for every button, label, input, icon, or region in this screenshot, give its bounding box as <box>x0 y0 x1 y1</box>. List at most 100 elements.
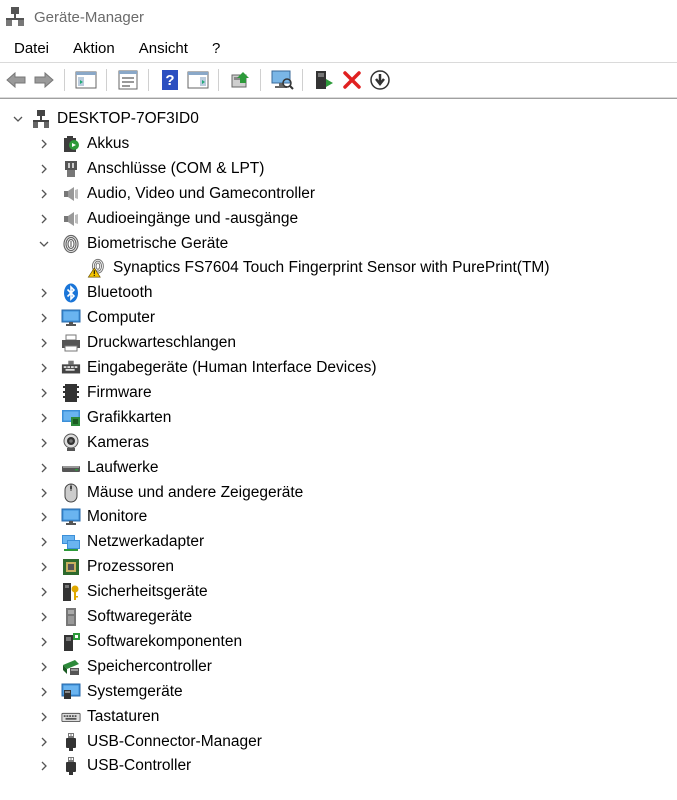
mouse-icon <box>61 483 81 503</box>
expand-chevron-icon[interactable] <box>37 336 51 350</box>
tree-item-firmware[interactable]: Firmware <box>37 381 152 405</box>
properties-icon[interactable] <box>116 68 140 92</box>
display-adapter-icon <box>61 408 81 428</box>
tree-item-kameras[interactable]: Kameras <box>37 431 149 455</box>
toolbar-separator <box>64 69 65 91</box>
tree-item-systemgeraete[interactable]: Systemgeräte <box>37 680 183 704</box>
expand-chevron-icon[interactable] <box>37 212 51 226</box>
tree-item-label: Akkus <box>87 134 130 152</box>
collapse-chevron-icon[interactable] <box>11 112 25 126</box>
tree-item-sicherheitsgeraete[interactable]: Sicherheitsgeräte <box>37 580 208 604</box>
tree-item-label: Audioeingänge und -ausgänge <box>87 209 299 227</box>
processor-icon <box>61 557 81 577</box>
tree-item-label: Monitore <box>87 508 148 526</box>
expand-chevron-icon[interactable] <box>37 660 51 674</box>
monitor-icon <box>61 507 81 527</box>
expand-chevron-icon[interactable] <box>37 735 51 749</box>
expand-chevron-icon[interactable] <box>37 535 51 549</box>
tree-item-softwaregeraete[interactable]: Softwaregeräte <box>37 605 192 629</box>
tree-item-label: Computer <box>87 309 156 327</box>
collapse-chevron-icon[interactable] <box>37 237 51 251</box>
toolbar-separator <box>260 69 261 91</box>
expander-placeholder <box>71 261 85 275</box>
tree-item-biometrische-geraete[interactable]: Biometrische Geräte <box>37 232 228 256</box>
expand-chevron-icon[interactable] <box>37 560 51 574</box>
tree-item-laufwerke[interactable]: Laufwerke <box>37 456 159 480</box>
speaker-icon <box>61 184 81 204</box>
back-icon[interactable] <box>4 68 28 92</box>
tree-item-label: Anschlüsse (COM & LPT) <box>87 159 265 177</box>
svg-text:?: ? <box>165 72 174 89</box>
menu-datei[interactable]: Datei <box>0 40 61 57</box>
download-driver-icon[interactable] <box>368 68 392 92</box>
software-component-icon <box>61 632 81 652</box>
toolbar-separator <box>302 69 303 91</box>
help-icon[interactable]: ? <box>158 68 182 92</box>
tree-item-computer[interactable]: Computer <box>37 306 155 330</box>
action-pane-icon[interactable] <box>186 68 210 92</box>
tree-item-grafikkarten[interactable]: Grafikkarten <box>37 406 171 430</box>
expand-chevron-icon[interactable] <box>37 710 51 724</box>
tree-root-computer[interactable]: DESKTOP-7OF3ID0 <box>11 107 199 131</box>
expand-chevron-icon[interactable] <box>37 486 51 500</box>
tree-item-label: USB-Controller <box>87 757 192 775</box>
tree-item-anschluesse-com-lpt[interactable]: Anschlüsse (COM & LPT) <box>37 157 264 181</box>
tree-item-prozessoren[interactable]: Prozessoren <box>37 555 174 579</box>
expand-chevron-icon[interactable] <box>37 510 51 524</box>
tree-device-synaptics-fs7604-touch-fingerprint-senso[interactable]: Synaptics FS7604 Touch Fingerprint Senso… <box>71 256 549 280</box>
expand-chevron-icon[interactable] <box>37 411 51 425</box>
speaker-icon <box>61 209 81 229</box>
tree-item-eingabegeraete-human-interface-devices[interactable]: Eingabegeräte (Human Interface Devices) <box>37 356 376 380</box>
hid-icon <box>61 358 81 378</box>
tree-item-label: Speichercontroller <box>87 657 212 675</box>
expand-chevron-icon[interactable] <box>37 759 51 773</box>
window-title: Geräte-Manager <box>34 8 145 26</box>
menu-help[interactable]: ? <box>200 40 232 57</box>
tree-item-label: Softwarekomponenten <box>87 632 243 650</box>
tree-item-softwarekomponenten[interactable]: Softwarekomponenten <box>37 630 242 654</box>
warning-fingerprint-icon <box>87 258 107 278</box>
tree-item-usb-connector-manager[interactable]: USB-Connector-Manager <box>37 730 262 754</box>
console-tree-icon[interactable] <box>74 68 98 92</box>
expand-chevron-icon[interactable] <box>37 685 51 699</box>
software-device-icon <box>61 607 81 627</box>
expand-chevron-icon[interactable] <box>37 635 51 649</box>
tree-item-audio-video-und-gamecontroller[interactable]: Audio, Video und Gamecontroller <box>37 182 315 206</box>
tree-item-label: Sicherheitsgeräte <box>87 583 208 601</box>
uninstall-device-icon[interactable] <box>340 68 364 92</box>
expand-chevron-icon[interactable] <box>37 461 51 475</box>
expand-chevron-icon[interactable] <box>37 162 51 176</box>
tree-item-label: Biometrische Geräte <box>87 234 229 252</box>
tree-item-akkus[interactable]: Akkus <box>37 132 129 156</box>
tree-item-label: Prozessoren <box>87 558 175 576</box>
tree-item-usb-controller[interactable]: USB-Controller <box>37 754 191 778</box>
expand-chevron-icon[interactable] <box>37 386 51 400</box>
tree-item-label: Netzwerkadapter <box>87 533 205 551</box>
expand-chevron-icon[interactable] <box>37 585 51 599</box>
expand-chevron-icon[interactable] <box>37 610 51 624</box>
expand-chevron-icon[interactable] <box>37 436 51 450</box>
printer-icon <box>61 333 81 353</box>
toolbar-separator <box>106 69 107 91</box>
tree-item-maeuse-und-andere-zeigegeraete[interactable]: Mäuse und andere Zeigegeräte <box>37 481 303 505</box>
scan-hardware-icon[interactable] <box>270 68 294 92</box>
expand-chevron-icon[interactable] <box>37 311 51 325</box>
expand-chevron-icon[interactable] <box>37 137 51 151</box>
tree-item-audioeingaenge-und-ausgaenge[interactable]: Audioeingänge und -ausgänge <box>37 207 298 231</box>
update-driver-icon[interactable] <box>228 68 252 92</box>
enable-device-icon[interactable] <box>312 68 336 92</box>
menu-aktion[interactable]: Aktion <box>61 40 127 57</box>
expand-chevron-icon[interactable] <box>37 286 51 300</box>
menu-ansicht[interactable]: Ansicht <box>127 40 200 57</box>
tree-item-netzwerkadapter[interactable]: Netzwerkadapter <box>37 530 204 554</box>
tree-item-speichercontroller[interactable]: Speichercontroller <box>37 655 212 679</box>
device-manager-app-icon <box>4 6 26 28</box>
tree-item-druckwarteschlangen[interactable]: Druckwarteschlangen <box>37 331 236 355</box>
tree-item-monitore[interactable]: Monitore <box>37 505 147 529</box>
tree-item-label: Druckwarteschlangen <box>87 334 237 352</box>
expand-chevron-icon[interactable] <box>37 187 51 201</box>
expand-chevron-icon[interactable] <box>37 361 51 375</box>
tree-item-tastaturen[interactable]: Tastaturen <box>37 705 159 729</box>
tree-item-bluetooth[interactable]: Bluetooth <box>37 281 153 305</box>
forward-icon[interactable] <box>32 68 56 92</box>
